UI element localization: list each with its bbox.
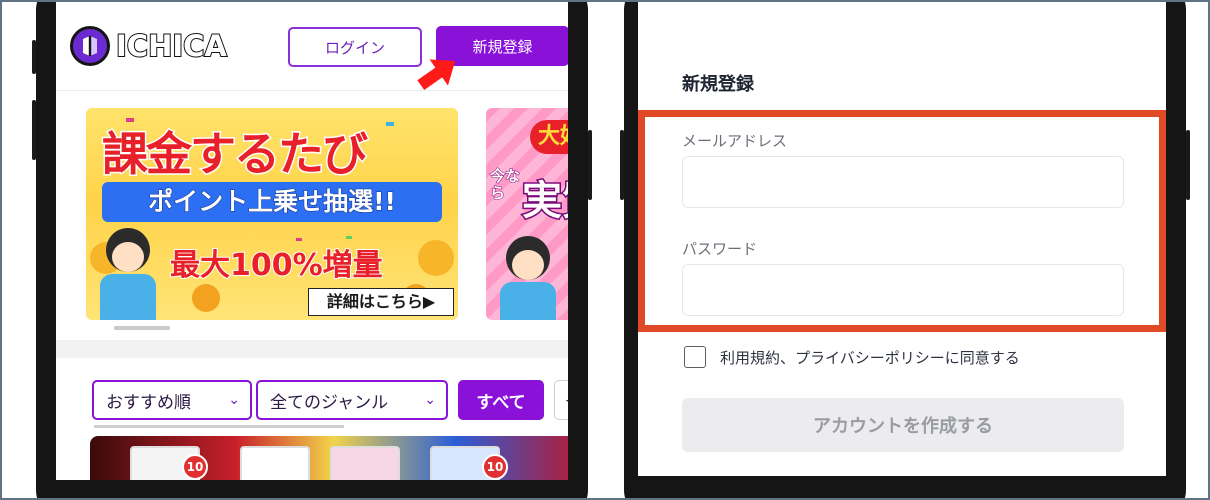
trading-card xyxy=(240,446,310,480)
sort-dropdown[interactable]: おすすめ順 ⌄ xyxy=(92,380,252,420)
genre-dropdown[interactable]: 全てのジャンル ⌄ xyxy=(256,380,448,420)
consent-row: 利用規約、プライバシーポリシーに同意する xyxy=(684,346,1020,368)
section-separator xyxy=(56,340,568,358)
consent-terms-link[interactable]: 利用規約、プライバシーポリシー xyxy=(720,349,945,367)
signup-form-title: 新規登録 xyxy=(682,74,754,95)
consent-suffix: に同意する xyxy=(944,348,1020,367)
filter-partial-label: デ xyxy=(565,388,568,413)
grade-badge: 10 xyxy=(182,454,208,480)
filter-partial-button[interactable]: デ xyxy=(554,380,568,420)
password-label: パスワード xyxy=(682,240,758,258)
banner-headline: 課金するたび xyxy=(101,126,370,183)
left-phone: ICHICA ログイン 新規登録 課金するたび ポイント上乗せ抽選!! 最大10… xyxy=(32,0,592,500)
product-card-thumbnail[interactable]: 10 10 xyxy=(90,436,568,480)
trading-card: 10 xyxy=(430,446,508,480)
banner2-top-text: 大好 xyxy=(530,120,568,154)
email-field[interactable] xyxy=(682,156,1124,208)
ichica-logo-text: ICHICA xyxy=(115,28,228,64)
email-label: メールアドレス xyxy=(682,132,788,150)
right-screen: 新規登録 メールアドレス パスワード 利用規約、プライバシーポリシーに同意する … xyxy=(638,0,1166,476)
ichica-logo[interactable]: ICHICA xyxy=(70,24,228,68)
banner2-character-avatar xyxy=(498,236,558,320)
grade-badge: 10 xyxy=(482,454,508,480)
genre-dropdown-label: 全てのジャンル xyxy=(270,392,389,413)
consent-checkbox[interactable] xyxy=(684,346,706,368)
carousel-indicator xyxy=(114,326,170,330)
banner-character-avatar xyxy=(92,228,162,320)
login-button[interactable]: ログイン xyxy=(288,27,422,67)
banner2-main-text: 実質 xyxy=(521,177,569,226)
sort-dropdown-label: おすすめ順 xyxy=(106,392,191,413)
red-pointer-arrow-icon xyxy=(417,59,456,91)
campaign-banner-secondary[interactable]: 大好 今なら 実質 X xyxy=(486,108,568,320)
trading-card: 10 xyxy=(130,446,208,480)
left-screen: ICHICA ログイン 新規登録 課金するたび ポイント上乗せ抽選!! 最大10… xyxy=(56,0,568,480)
chevron-down-icon: ⌄ xyxy=(424,392,436,408)
banner-detail-link[interactable]: 詳細はこちら▶ xyxy=(308,288,454,316)
banner-subhead: ポイント上乗せ抽選!! xyxy=(102,182,442,222)
campaign-banner-main[interactable]: 課金するたび ポイント上乗せ抽選!! 最大100%増量 詳細はこちら▶ xyxy=(86,108,458,320)
banner2-now-text: 今なら xyxy=(490,167,521,202)
consent-text: 利用規約、プライバシーポリシーに同意する xyxy=(720,347,1020,368)
ichica-logo-mark-icon xyxy=(70,26,110,66)
right-phone: 新規登録 メールアドレス パスワード 利用規約、プライバシーポリシーに同意する … xyxy=(620,0,1190,500)
banner-max-increase-text: 最大100%増量 xyxy=(169,247,384,284)
trading-card xyxy=(330,446,400,480)
password-field[interactable] xyxy=(682,264,1124,316)
create-account-button[interactable]: アカウントを作成する xyxy=(682,398,1124,452)
chevron-down-icon: ⌄ xyxy=(228,392,240,408)
filter-all-button[interactable]: すべて xyxy=(458,380,544,420)
header-divider xyxy=(56,90,568,91)
filter-scroll-indicator xyxy=(94,425,344,428)
